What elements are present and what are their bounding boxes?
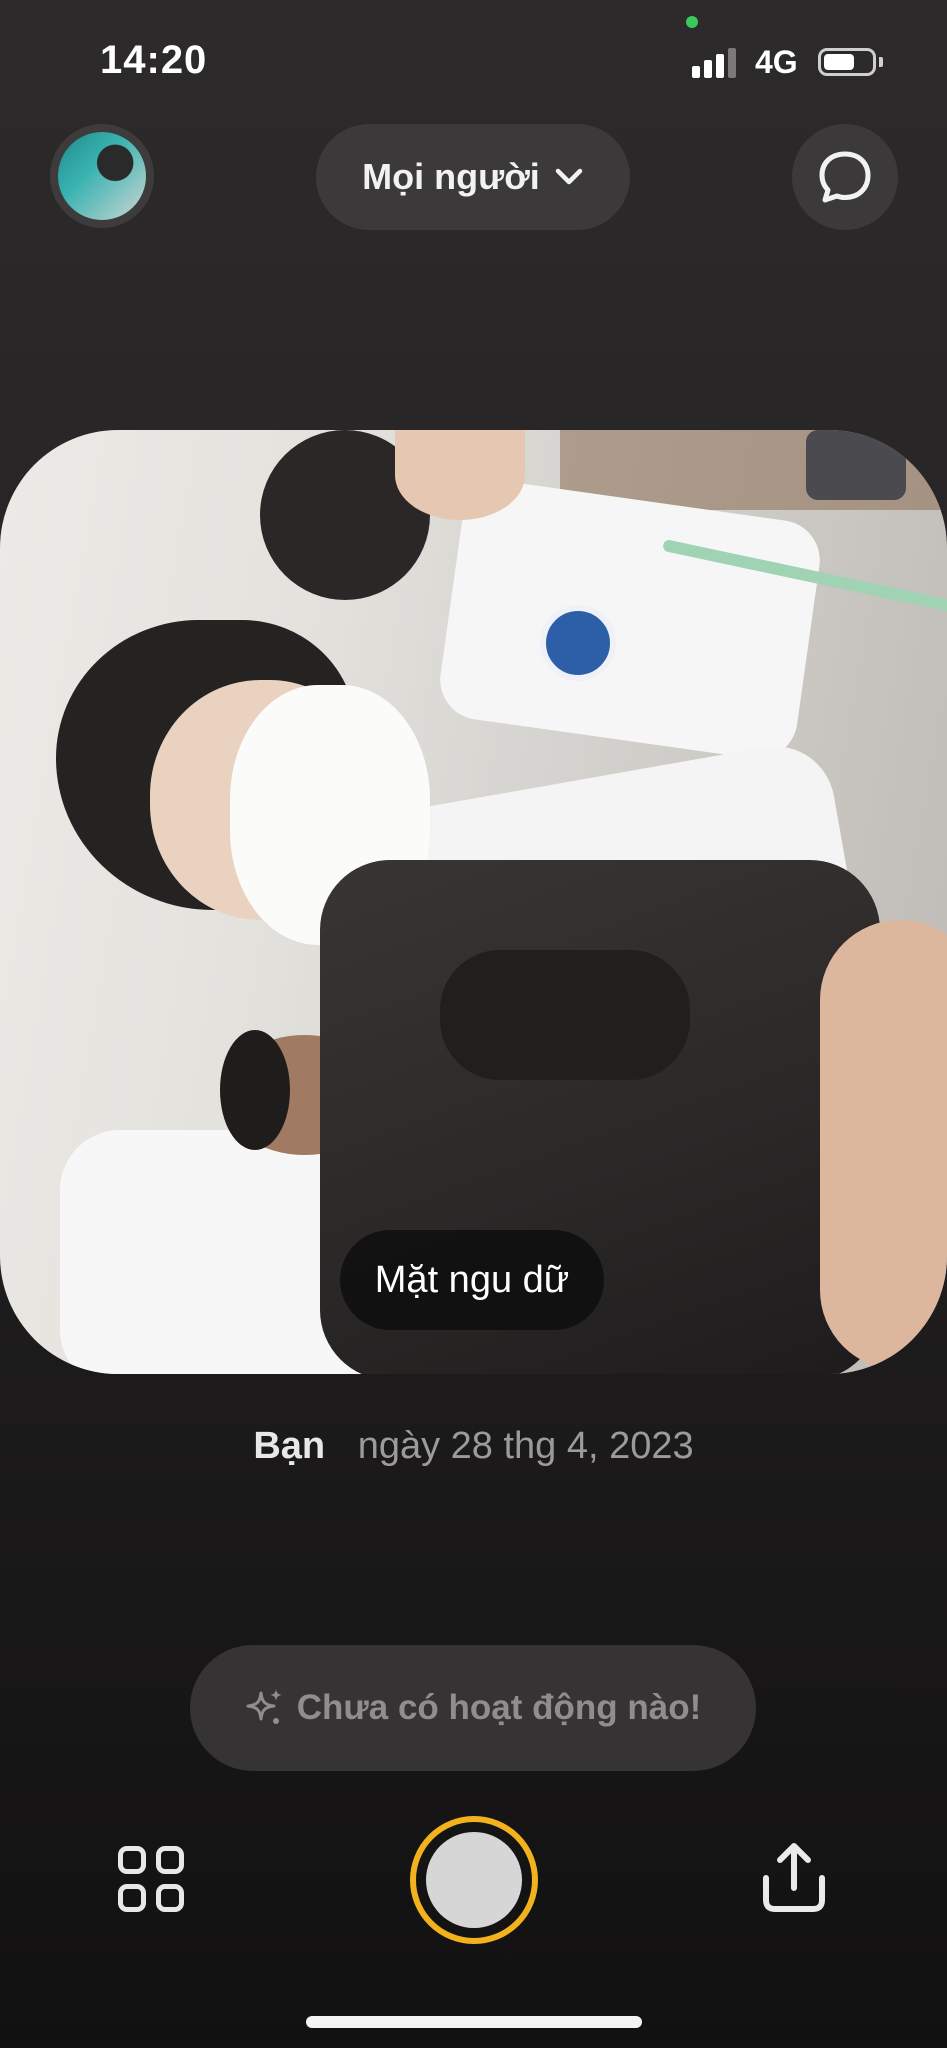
profile-avatar-button[interactable] (50, 124, 154, 228)
photo-caption: Mặt ngu dữ (340, 1230, 604, 1330)
cellular-signal-icon (692, 48, 736, 78)
chevron-down-icon (555, 168, 583, 185)
photo-person-face (395, 430, 525, 520)
chat-button[interactable] (792, 124, 898, 230)
photo-shirt (435, 476, 825, 764)
share-icon (763, 1843, 825, 1912)
status-bar: 14:20 4G (0, 0, 947, 120)
post-date: ngày 28 thg 4, 2023 (357, 1425, 694, 1467)
battery-tip (879, 57, 883, 67)
share-button[interactable] (756, 1838, 832, 1918)
audience-label: Mọi người (362, 156, 540, 197)
camera-shutter-button[interactable] (410, 1816, 538, 1944)
audience-selector[interactable]: Mọi người (316, 124, 630, 230)
grid-button[interactable] (118, 1846, 188, 1916)
camera-in-use-indicator (686, 16, 698, 28)
home-indicator[interactable] (306, 2016, 642, 2028)
activity-label: Chưa có hoạt động nào! (296, 1688, 702, 1727)
sparkle-icon (246, 1689, 282, 1724)
photo-calculator (806, 430, 906, 500)
photo-school-badge (540, 605, 616, 681)
photo-arm (820, 920, 947, 1370)
feed-photo[interactable]: Mặt ngu dữ (0, 430, 947, 1374)
photo-person-hair (220, 1030, 290, 1150)
status-time: 14:20 (100, 38, 208, 82)
shutter-inner (426, 1832, 522, 1928)
activity-button[interactable]: Chưa có hoạt động nào! (190, 1645, 756, 1771)
chat-bubble-icon (819, 151, 871, 203)
post-meta: Bạn ngày 28 thg 4, 2023 (0, 1425, 947, 1468)
photo-backpack-strap (440, 950, 690, 1080)
battery-icon (818, 48, 876, 76)
post-author[interactable]: Bạn (253, 1425, 325, 1467)
avatar (58, 132, 146, 220)
network-type: 4G (755, 44, 798, 80)
